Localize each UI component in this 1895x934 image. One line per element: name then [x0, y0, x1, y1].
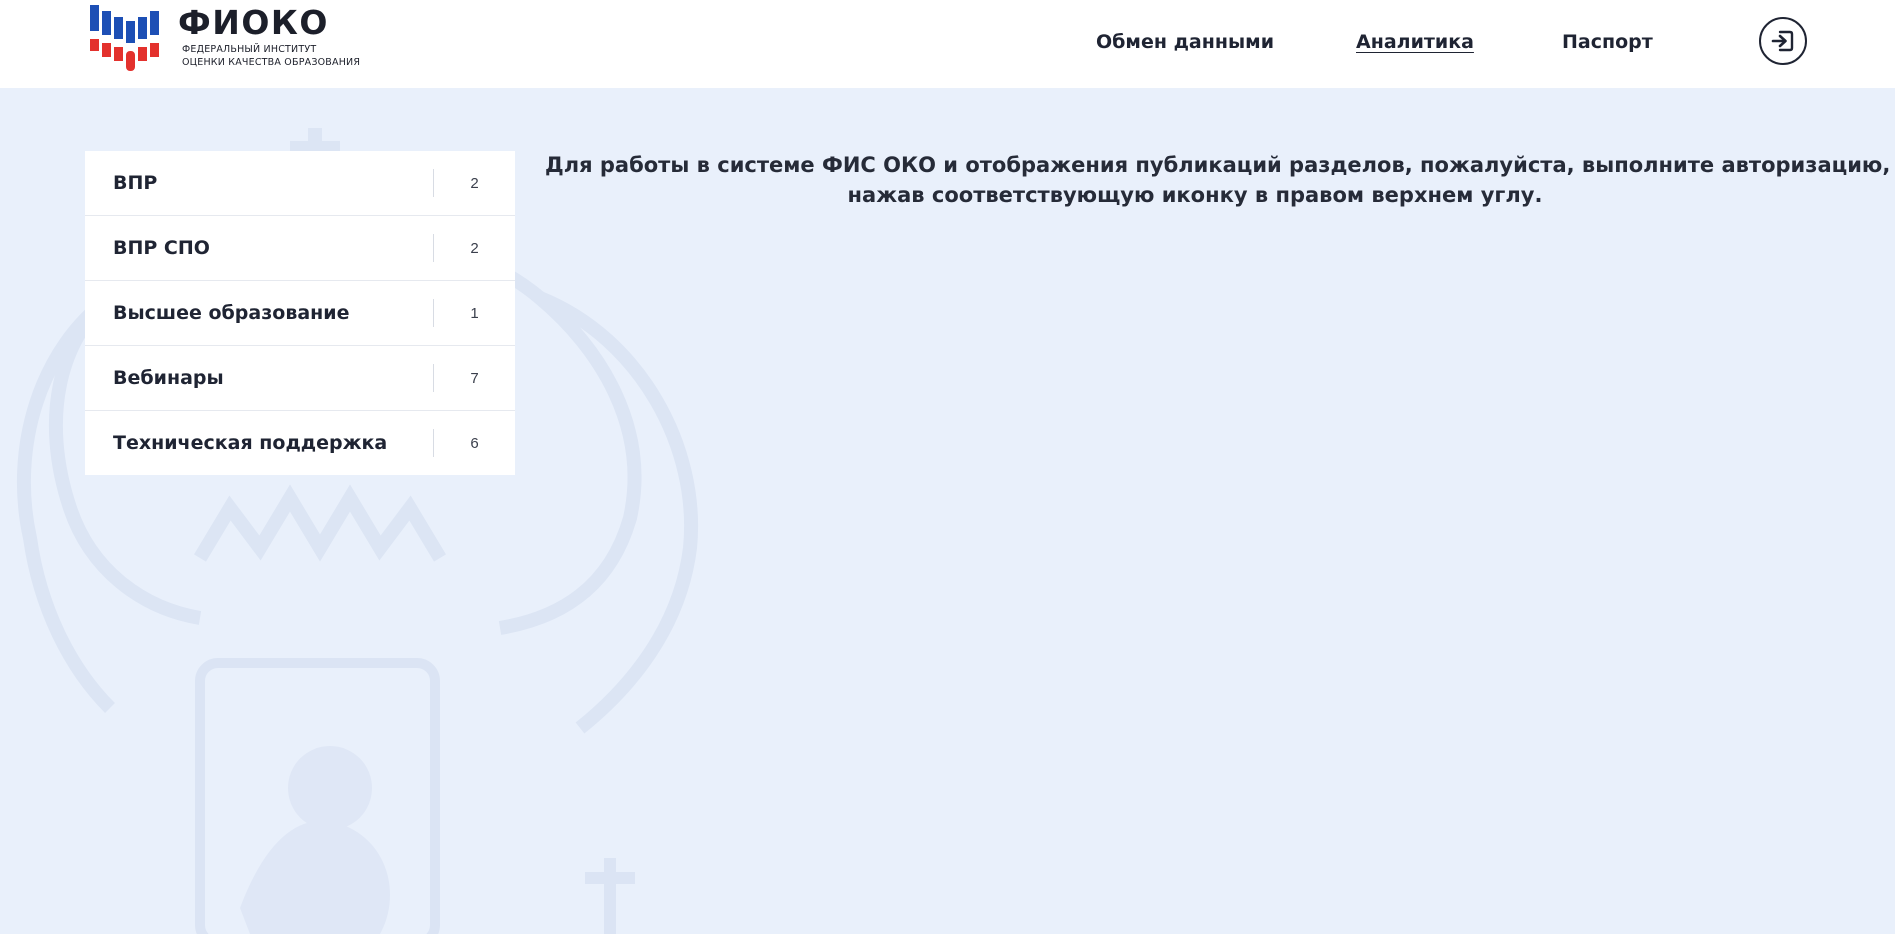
- nav-passport[interactable]: Паспорт: [1562, 28, 1653, 56]
- auth-notice-line2: нажав соответствующую иконку в правом ве…: [847, 183, 1543, 207]
- sidebar-item-count: 2: [470, 240, 479, 257]
- sidebar-item-label: Высшее образование: [113, 302, 350, 324]
- logo-subtitle-line1: ФЕДЕРАЛЬНЫЙ ИНСТИТУТ: [182, 44, 317, 55]
- auth-notice-line1: Для работы в системе ФИС ОКО и отображен…: [545, 153, 1891, 177]
- logo-subtitle: ФЕДЕРАЛЬНЫЙ ИНСТИТУТ ОЦЕНКИ КАЧЕСТВА ОБР…: [182, 43, 382, 69]
- login-button[interactable]: [1759, 17, 1807, 65]
- sidebar-item-count: 1: [470, 305, 479, 322]
- auth-notice: Для работы в системе ФИС ОКО и отображен…: [545, 150, 1891, 210]
- fioko-logo[interactable]: ФИОКО ФЕДЕРАЛЬНЫЙ ИНСТИТУТ ОЦЕНКИ КАЧЕСТ…: [88, 3, 360, 75]
- fioko-logo-mark-icon: [90, 5, 159, 71]
- logo-title: ФИОКО: [178, 3, 329, 42]
- sidebar-item-tech-support[interactable]: Техническая поддержка 6: [85, 411, 515, 475]
- sidebar-item-vpr-spo[interactable]: ВПР СПО 2: [85, 216, 515, 281]
- sidebar-item-count: 6: [470, 435, 479, 452]
- sidebar-item-vpr[interactable]: ВПР 2: [85, 151, 515, 216]
- sidebar-item-webinars[interactable]: Вебинары 7: [85, 346, 515, 411]
- login-icon: [1771, 30, 1794, 52]
- sidebar-item-label: Техническая поддержка: [113, 432, 388, 454]
- sidebar-item-count: 7: [470, 370, 479, 387]
- nav-data-exchange[interactable]: Обмен данными: [1096, 28, 1274, 56]
- sidebar-item-label: ВПР СПО: [113, 237, 210, 259]
- sections-sidebar: ВПР 2 ВПР СПО 2 Высшее образование 1 Веб…: [85, 151, 515, 475]
- sidebar-item-label: ВПР: [113, 172, 158, 194]
- logo-subtitle-line2: ОЦЕНКИ КАЧЕСТВА ОБРАЗОВАНИЯ: [182, 57, 361, 68]
- sidebar-item-label: Вебинары: [113, 367, 224, 389]
- site-header: ФИОКО ФЕДЕРАЛЬНЫЙ ИНСТИТУТ ОЦЕНКИ КАЧЕСТ…: [0, 0, 1895, 88]
- sidebar-item-higher-education[interactable]: Высшее образование 1: [85, 281, 515, 346]
- sidebar-item-count: 2: [470, 175, 479, 192]
- nav-analytics[interactable]: Аналитика: [1356, 28, 1474, 56]
